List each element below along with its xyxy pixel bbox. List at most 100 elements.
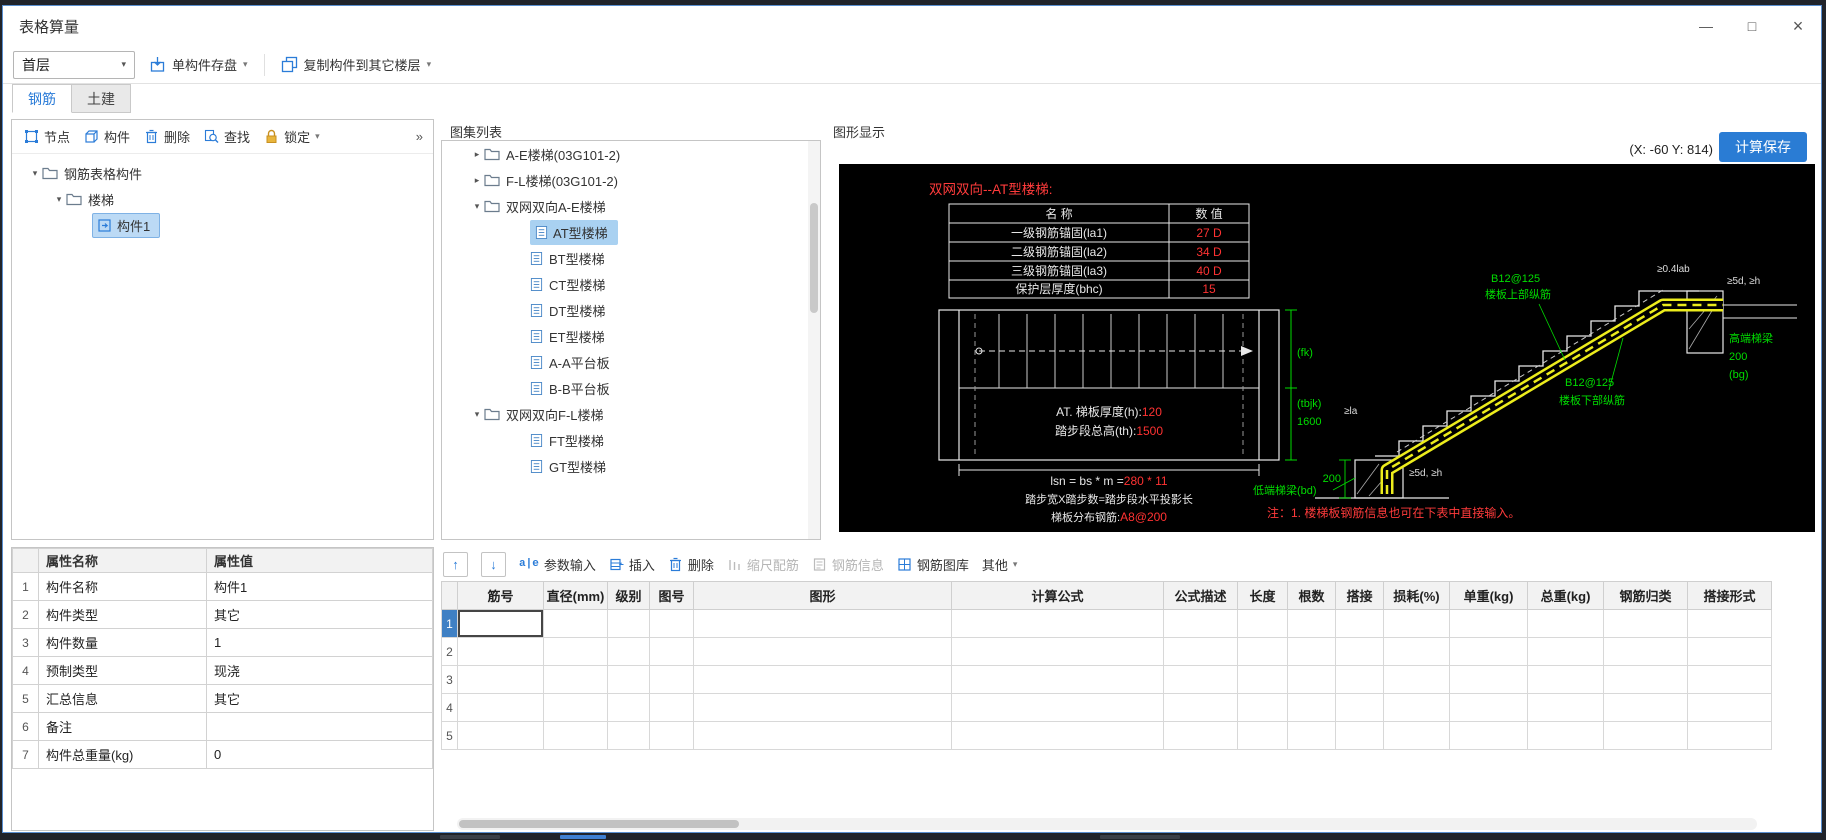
cell[interactable] — [693, 609, 952, 638]
property-value[interactable]: 构件1 — [206, 572, 433, 601]
atlas-folder-item[interactable]: ▾ 双网双向F-L楼梯 — [442, 401, 820, 427]
cell[interactable] — [607, 693, 650, 722]
cell[interactable] — [1449, 609, 1528, 638]
atlas-vertical-scrollbar[interactable] — [808, 141, 820, 539]
node-button[interactable]: 节点 — [18, 123, 77, 150]
cell[interactable] — [951, 609, 1164, 638]
cell[interactable] — [649, 609, 694, 638]
cell[interactable] — [1335, 721, 1384, 750]
scrollbar-thumb[interactable] — [459, 820, 739, 828]
atlas-doc-item[interactable]: A-A平台板 — [442, 349, 820, 375]
cell[interactable] — [649, 721, 694, 750]
cell[interactable] — [543, 665, 608, 694]
cell[interactable] — [1603, 693, 1688, 722]
cell[interactable] — [1687, 665, 1772, 694]
cell[interactable] — [1527, 609, 1604, 638]
atlas-folder-item[interactable]: ▾ 双网双向A-E楼梯 — [442, 193, 820, 219]
cell[interactable] — [1163, 721, 1238, 750]
row-number[interactable]: 3 — [441, 665, 458, 694]
cell[interactable] — [1449, 721, 1528, 750]
cell[interactable] — [649, 693, 694, 722]
chevron-expanded-icon[interactable]: ▾ — [28, 168, 42, 179]
rebar-gallery-button[interactable]: 钢筋图库 — [896, 554, 969, 574]
cell[interactable] — [1527, 721, 1604, 750]
chevron-expanded-icon[interactable]: ▾ — [470, 409, 484, 420]
cell[interactable] — [1527, 693, 1604, 722]
cell[interactable] — [1287, 693, 1336, 722]
save-single-component-button[interactable]: 单构件存盘 ▾ — [139, 49, 258, 80]
row-number[interactable]: 2 — [441, 637, 458, 666]
cell[interactable] — [1237, 721, 1288, 750]
row-number[interactable]: 5 — [441, 721, 458, 750]
atlas-doc-item-selected[interactable]: AT型楼梯 — [442, 219, 820, 245]
cell[interactable] — [1163, 609, 1238, 638]
cell[interactable] — [457, 665, 544, 694]
cell[interactable] — [1237, 665, 1288, 694]
chevron-expanded-icon[interactable]: ▾ — [470, 201, 484, 212]
cell[interactable] — [457, 721, 544, 750]
maximize-button[interactable]: □ — [1729, 6, 1775, 46]
cell[interactable] — [693, 665, 952, 694]
atlas-folder-item[interactable]: ▸ F-L楼梯(03G101-2) — [442, 167, 820, 193]
delete-row-button[interactable]: 删除 — [667, 554, 714, 574]
cell[interactable] — [1383, 609, 1450, 638]
cell[interactable] — [543, 721, 608, 750]
horizontal-scrollbar[interactable] — [457, 818, 1757, 830]
copy-to-floors-button[interactable]: 复制构件到其它楼层 ▾ — [270, 49, 442, 80]
cell[interactable] — [1527, 665, 1604, 694]
cell[interactable] — [1687, 721, 1772, 750]
property-value[interactable]: 现浇 — [206, 656, 433, 685]
close-button[interactable]: × — [1775, 6, 1821, 46]
chevron-collapsed-icon[interactable]: ▸ — [470, 175, 484, 186]
cell[interactable] — [1449, 637, 1528, 666]
atlas-doc-item[interactable]: GT型楼梯 — [442, 453, 820, 479]
cell[interactable] — [1335, 665, 1384, 694]
cell[interactable] — [1287, 721, 1336, 750]
cell[interactable] — [1383, 721, 1450, 750]
property-value[interactable]: 0 — [206, 740, 433, 769]
cell[interactable] — [649, 665, 694, 694]
property-value[interactable]: 其它 — [206, 684, 433, 713]
cell[interactable] — [607, 721, 650, 750]
cell[interactable] — [1335, 637, 1384, 666]
row-number[interactable]: 4 — [441, 693, 458, 722]
cell[interactable] — [1383, 637, 1450, 666]
cell[interactable] — [951, 693, 1164, 722]
param-input-button[interactable]: a|e 参数输入 — [519, 554, 596, 574]
other-button[interactable]: 其他 ▾ — [981, 554, 1018, 574]
cell[interactable] — [1383, 693, 1450, 722]
delete-button[interactable]: 删除 — [138, 123, 197, 150]
cell[interactable] — [1335, 693, 1384, 722]
insert-button[interactable]: 插入 — [608, 554, 655, 574]
cell[interactable] — [607, 637, 650, 666]
cell[interactable] — [1287, 637, 1336, 666]
move-down-button[interactable]: ↓ — [481, 551, 506, 577]
cell[interactable] — [951, 637, 1164, 666]
selected-cell[interactable] — [457, 609, 544, 638]
property-value[interactable]: 1 — [206, 628, 433, 657]
cell[interactable] — [1335, 609, 1384, 638]
atlas-folder-item[interactable]: ▸ A-E楼梯(03G101-2) — [442, 141, 820, 167]
cell[interactable] — [1383, 665, 1450, 694]
minimize-button[interactable]: — — [1683, 6, 1729, 46]
cell[interactable] — [693, 693, 952, 722]
tree-item-component1[interactable]: 构件1 — [12, 212, 433, 238]
rebar-info-button[interactable]: 钢筋信息 — [811, 554, 884, 574]
tree-item-root[interactable]: ▾ 钢筋表格构件 — [12, 160, 433, 186]
cell[interactable] — [649, 637, 694, 666]
cell[interactable] — [951, 665, 1164, 694]
cell[interactable] — [1449, 693, 1528, 722]
atlas-doc-item[interactable]: DT型楼梯 — [442, 297, 820, 323]
tree-item-stairs[interactable]: ▾ 楼梯 — [12, 186, 433, 212]
cell[interactable] — [1603, 665, 1688, 694]
cell[interactable] — [543, 609, 608, 638]
calc-save-button[interactable]: 计算保存 — [1719, 132, 1807, 162]
cell[interactable] — [1687, 693, 1772, 722]
move-up-button[interactable]: ↑ — [443, 551, 468, 577]
cell[interactable] — [1527, 637, 1604, 666]
tab-rebar[interactable]: 钢筋 — [12, 84, 72, 113]
atlas-doc-item[interactable]: ET型楼梯 — [442, 323, 820, 349]
component-button[interactable]: 构件 — [78, 123, 137, 150]
cell[interactable] — [543, 637, 608, 666]
property-value[interactable]: 其它 — [206, 600, 433, 629]
